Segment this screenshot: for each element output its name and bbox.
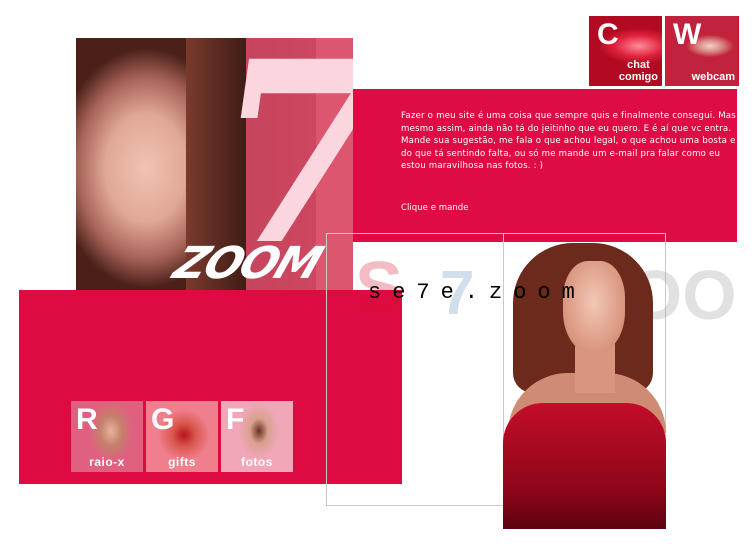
- webcam-button[interactable]: W webcam: [665, 16, 739, 86]
- badge-label-line2: comigo: [618, 71, 658, 83]
- hero-portrait: 7 ZOOM: [76, 38, 353, 290]
- nav-gifts-button[interactable]: G gifts: [146, 401, 218, 472]
- nav-label: gifts: [168, 455, 196, 469]
- nav-letter: R: [76, 403, 98, 436]
- badge-label-line1: webcam: [691, 71, 735, 83]
- logo-zoom-wordmark: ZOOM: [166, 238, 328, 289]
- nav-letter: F: [226, 403, 245, 436]
- nav-raio-x-button[interactable]: R raio-x: [71, 401, 143, 472]
- content-frame-divider: [326, 233, 504, 506]
- nav-fotos-button[interactable]: F fotos: [221, 401, 293, 472]
- nav-label: fotos: [241, 455, 273, 469]
- send-suggestion-link[interactable]: Clique e mande: [401, 203, 469, 213]
- badge-label: webcam: [692, 71, 735, 83]
- site-name-title: se7e.zoom: [368, 280, 586, 305]
- intro-message: Fazer o meu site é uma coisa que sempre …: [401, 111, 736, 172]
- chat-comigo-button[interactable]: C chat comigo: [589, 16, 662, 86]
- badge-label-line1: chat: [627, 59, 650, 71]
- nav-label: raio-x: [89, 455, 125, 469]
- message-panel: Fazer o meu site é uma coisa que sempre …: [353, 89, 737, 242]
- model-face: [563, 261, 625, 353]
- nav-letter: G: [151, 403, 175, 436]
- model-red-dress: [503, 403, 666, 529]
- badge-letter: W: [673, 18, 702, 51]
- badge-label: chat comigo: [619, 59, 658, 83]
- badge-letter: C: [597, 18, 619, 51]
